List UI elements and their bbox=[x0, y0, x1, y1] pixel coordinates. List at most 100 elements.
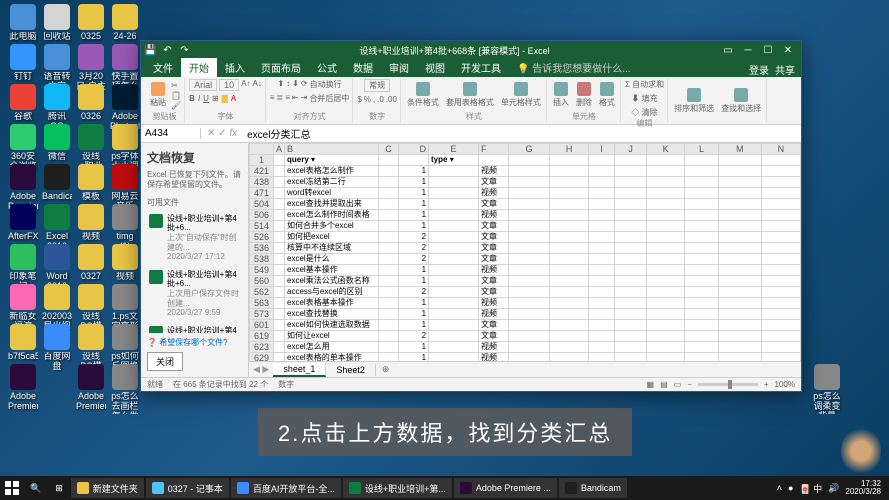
row-header[interactable]: 619 bbox=[250, 331, 274, 342]
row-header[interactable]: 601 bbox=[250, 320, 274, 331]
row-header[interactable]: 563 bbox=[250, 298, 274, 309]
table-row[interactable]: 562access与excel的区别2文章 bbox=[250, 287, 801, 298]
zoom-level[interactable]: 100% bbox=[775, 380, 795, 389]
row-header[interactable]: 536 bbox=[250, 243, 274, 254]
underline-button[interactable]: U bbox=[203, 94, 209, 103]
align-left-icon[interactable]: ≡ bbox=[270, 93, 275, 104]
share-link[interactable]: 共享 bbox=[775, 62, 795, 77]
tab-developer[interactable]: 开发工具 bbox=[453, 58, 509, 77]
tray-up-icon[interactable]: ˄ bbox=[777, 483, 782, 493]
indent-decrease-icon[interactable]: ⇤ bbox=[292, 93, 299, 104]
taskbar-item[interactable]: 设线+职业培训+第... bbox=[343, 478, 452, 498]
formula-input[interactable]: excel分类汇总 bbox=[243, 126, 801, 141]
table-row[interactable]: 538excel是什么2文章 bbox=[250, 254, 801, 265]
find-select-button[interactable]: 查找和选择 bbox=[719, 87, 763, 115]
row-header[interactable]: 471 bbox=[250, 188, 274, 199]
column-header[interactable]: D bbox=[399, 144, 429, 155]
column-header[interactable]: I bbox=[589, 144, 615, 155]
taskbar-item[interactable]: Bandicam bbox=[559, 478, 627, 498]
desktop-icon[interactable]: 此电脑 bbox=[8, 4, 38, 42]
table-row[interactable]: 573excel查找替换1视频 bbox=[250, 309, 801, 320]
delete-cells-button[interactable]: 删除 bbox=[574, 81, 594, 109]
desktop-icon[interactable]: 0325 bbox=[76, 4, 106, 42]
desktop-icon[interactable]: b7f5ca51b... bbox=[8, 324, 38, 362]
save-icon[interactable]: 💾 bbox=[145, 45, 156, 56]
table-row[interactable]: 506excel怎么制作时间表格1视频 bbox=[250, 210, 801, 221]
increase-font-icon[interactable]: A↑ bbox=[241, 79, 250, 91]
border-button[interactable]: ⊞ bbox=[212, 94, 219, 103]
row-header[interactable]: 438 bbox=[250, 177, 274, 188]
fill-button[interactable]: ⬇ 填充 bbox=[631, 93, 657, 104]
row-header[interactable]: 538 bbox=[250, 254, 274, 265]
maximize-button[interactable]: ☐ bbox=[759, 43, 777, 57]
table-row[interactable]: 504excel查找并提取出来1文章 bbox=[250, 199, 801, 210]
desktop-icon[interactable]: Bandicam bbox=[42, 164, 72, 202]
row-header[interactable]: 1 bbox=[250, 155, 274, 166]
decrease-font-icon[interactable]: A↓ bbox=[253, 79, 262, 91]
table-row[interactable]: 619如何让excel2文章 bbox=[250, 331, 801, 342]
redo-icon[interactable]: ↷ bbox=[179, 45, 190, 56]
clear-button[interactable]: ◇ 清除 bbox=[631, 107, 657, 118]
row-header[interactable]: 623 bbox=[250, 342, 274, 353]
bold-button[interactable]: B bbox=[189, 94, 195, 103]
align-right-icon[interactable]: ≡ bbox=[285, 93, 290, 104]
sheet-tab-2[interactable]: Sheet2 bbox=[326, 364, 376, 376]
taskbar-item[interactable]: 0327 - 记事本 bbox=[146, 478, 229, 498]
close-button[interactable]: ✕ bbox=[779, 43, 797, 57]
align-bottom-icon[interactable]: ⬇ bbox=[292, 79, 299, 90]
column-header[interactable]: M bbox=[719, 144, 762, 155]
column-header[interactable]: F bbox=[479, 144, 509, 155]
cond-format-button[interactable]: 条件格式 bbox=[405, 81, 441, 109]
decimal-increase-icon[interactable]: .0 bbox=[377, 95, 384, 104]
taskbar-item[interactable]: Adobe Premiere ... bbox=[454, 478, 557, 498]
align-middle-icon[interactable]: ↕ bbox=[286, 79, 290, 90]
table-row[interactable]: 421excel表格怎么制作1视频 bbox=[250, 166, 801, 177]
font-size-select[interactable]: 10 bbox=[219, 79, 239, 91]
table-row[interactable]: 514如何合并多个excel1文章 bbox=[250, 221, 801, 232]
number-format-select[interactable]: 常规 bbox=[364, 79, 390, 92]
tab-insert[interactable]: 插入 bbox=[217, 58, 253, 77]
desktop-icon[interactable]: 视频 bbox=[76, 204, 106, 242]
desktop-icon[interactable]: Adobe Premier... bbox=[76, 364, 106, 412]
table-row[interactable]: 549excel基本操作1视频 bbox=[250, 265, 801, 276]
currency-icon[interactable]: $ bbox=[357, 95, 361, 104]
orientation-icon[interactable]: ⟳ bbox=[301, 79, 308, 90]
column-header[interactable]: J bbox=[614, 144, 646, 155]
indent-increase-icon[interactable]: ⇥ bbox=[301, 93, 308, 104]
paste-button[interactable]: 粘贴 bbox=[148, 81, 168, 109]
table-row[interactable]: 623excel怎么用1视频 bbox=[250, 342, 801, 353]
font-name-select[interactable]: Arial bbox=[189, 79, 217, 91]
decimal-decrease-icon[interactable]: .00 bbox=[386, 95, 397, 104]
row-header[interactable]: 629 bbox=[250, 353, 274, 362]
insert-cells-button[interactable]: 插入 bbox=[551, 81, 571, 109]
merge-button[interactable]: 合并后居中 bbox=[309, 93, 349, 104]
column-header[interactable]: H bbox=[550, 144, 589, 155]
clock[interactable]: 17:32 2020/3/28 bbox=[845, 480, 881, 496]
percent-icon[interactable]: % bbox=[364, 95, 371, 104]
recovery-file-item[interactable]: 设线+职业培训+第4批+6...上次用户保存文件时创建...2020/3/27 … bbox=[147, 267, 242, 321]
taskbar-item[interactable]: 百度AI开放平台-全... bbox=[231, 478, 341, 498]
desktop-icon[interactable]: 谷歌 bbox=[8, 84, 38, 122]
minimize-button[interactable]: ─ bbox=[739, 43, 757, 57]
row-header[interactable]: 506 bbox=[250, 210, 274, 221]
task-view-icon[interactable]: ⊞ bbox=[49, 483, 69, 494]
recovery-close-button[interactable]: 关闭 bbox=[147, 352, 183, 371]
desktop-icon[interactable]: AfterFX bbox=[8, 204, 38, 242]
tray-volume-icon[interactable]: 🔊 bbox=[828, 483, 839, 494]
row-header[interactable]: 562 bbox=[250, 287, 274, 298]
recovery-file-item[interactable]: 设线+职业培训+第4批+6...上次"自动保存"时创建的...2020/3/27… bbox=[147, 211, 242, 265]
tray-bandicam-icon[interactable]: ● bbox=[788, 483, 793, 493]
desktop-icon[interactable]: 模板 bbox=[76, 164, 106, 202]
table-row[interactable]: 438excel冻结第二行1文章 bbox=[250, 177, 801, 188]
view-normal-icon[interactable]: ▦ bbox=[647, 380, 655, 389]
italic-button[interactable]: I bbox=[198, 94, 200, 103]
comma-icon[interactable]: , bbox=[373, 95, 375, 104]
column-header[interactable]: G bbox=[509, 144, 550, 155]
table-row[interactable]: 560excel乘法公式函数名称1文章 bbox=[250, 276, 801, 287]
tab-layout[interactable]: 页面布局 bbox=[253, 58, 309, 77]
taskbar-item[interactable]: 新建文件夹 bbox=[71, 478, 144, 498]
zoom-in[interactable]: + bbox=[764, 380, 769, 389]
table-format-button[interactable]: 套用表格格式 bbox=[444, 81, 496, 109]
desktop-icon[interactable]: ps怎么去画栏怎么做 bbox=[110, 364, 140, 414]
desktop-icon[interactable]: 视频 bbox=[110, 244, 140, 282]
